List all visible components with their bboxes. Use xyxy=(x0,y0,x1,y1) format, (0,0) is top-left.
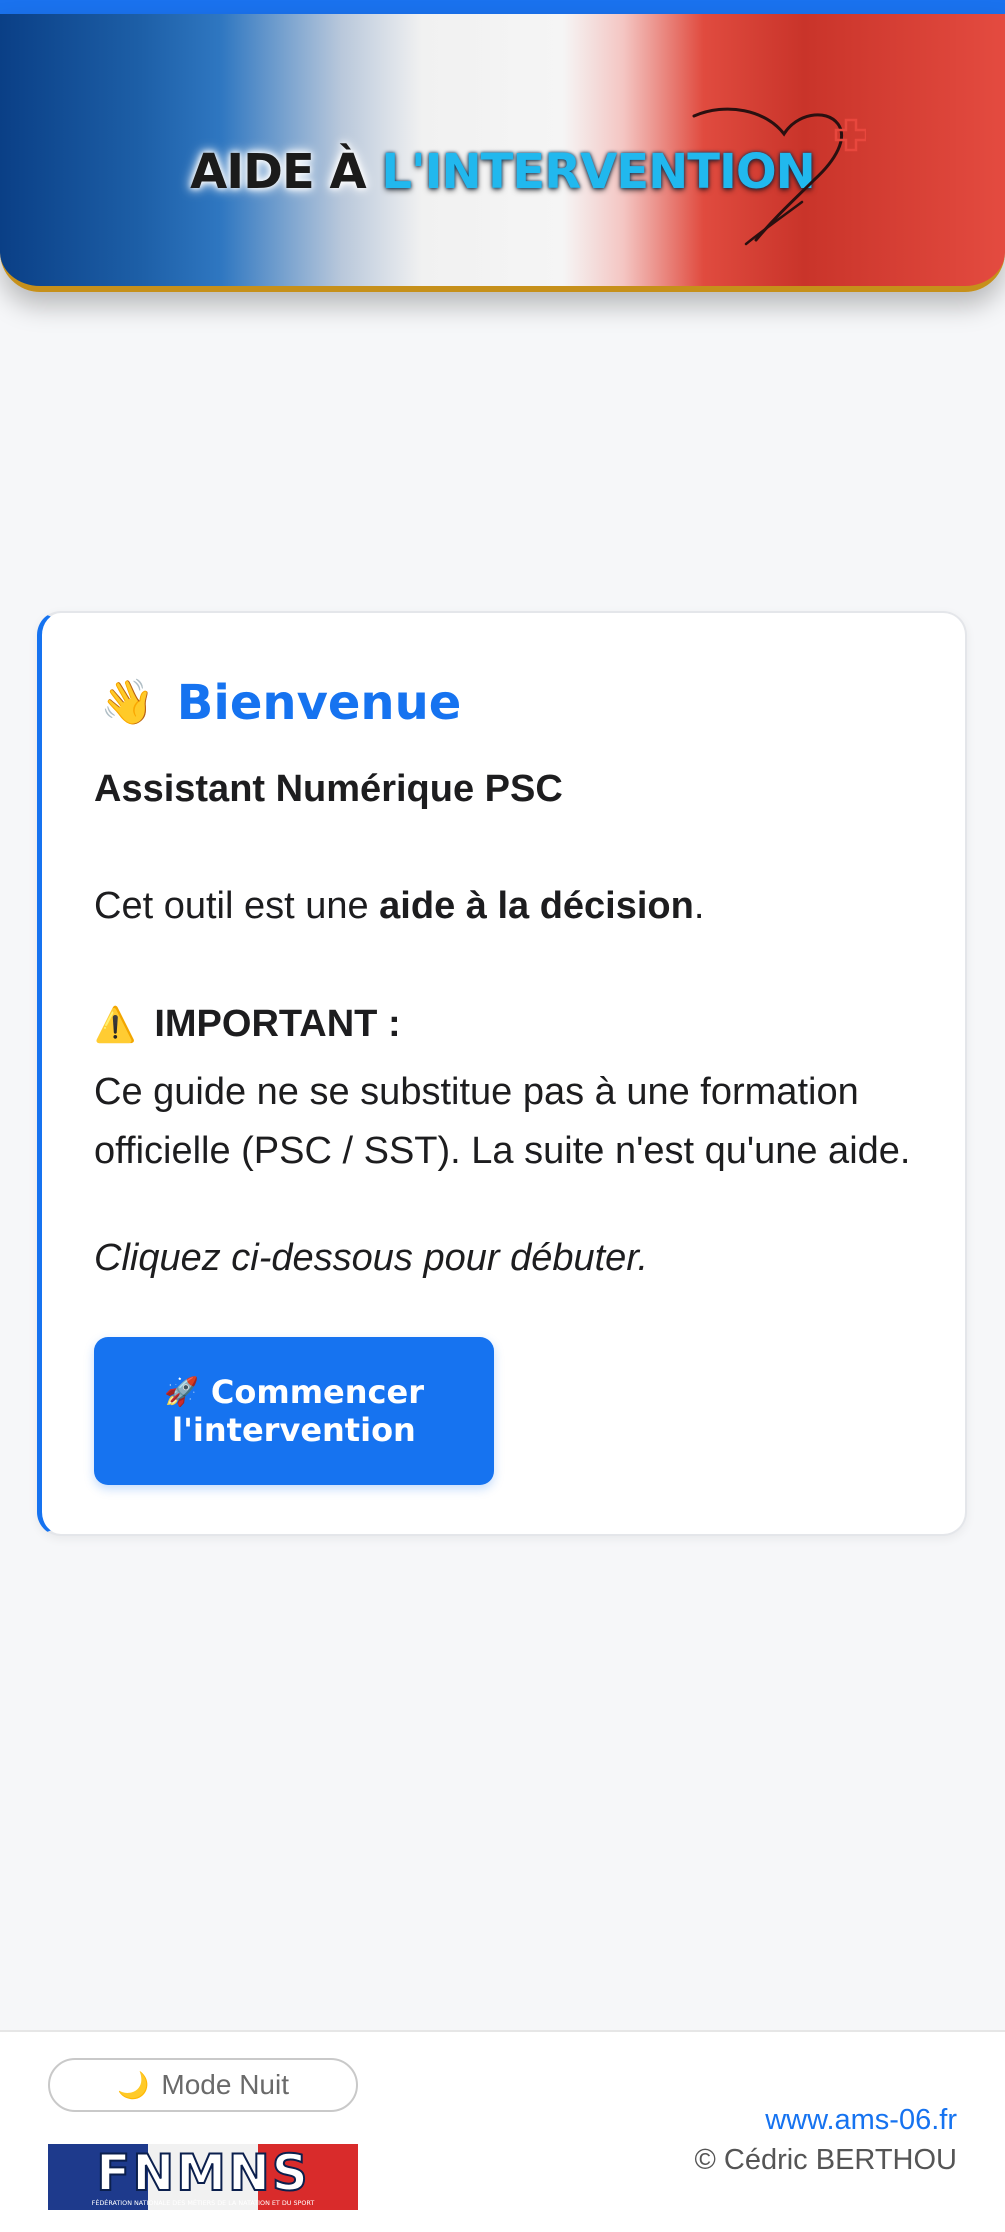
app-title-part1: AIDE À xyxy=(190,144,382,200)
important-text: Ce guide ne se substitue pas à une forma… xyxy=(94,1071,911,1172)
fnmns-logo-subtext: FÉDÉRATION NATIONALE DES MÉTIERS DE LA N… xyxy=(92,2198,315,2207)
intro-suffix: . xyxy=(693,885,705,927)
footer-credits: www.ams-06.fr © Cédric BERTHOU xyxy=(694,2100,957,2180)
intro-bold: aide à la décision xyxy=(379,885,694,927)
start-button-line2: l'intervention xyxy=(172,1411,416,1449)
heart-cross-logo-icon xyxy=(692,107,866,246)
intro-text: Cet outil est une aide à la décision. xyxy=(94,885,704,928)
footer: 🌙 Mode Nuit FNMNS FÉDÉRATION NATIONALE D… xyxy=(0,2030,1005,2232)
website-link[interactable]: www.ams-06.fr xyxy=(694,2100,957,2140)
top-accent-bar xyxy=(0,0,1005,15)
warning-icon: ⚠️ xyxy=(94,1005,137,1044)
welcome-title: Bienvenue xyxy=(176,675,462,731)
night-mode-label: Mode Nuit xyxy=(161,2069,289,2100)
night-mode-toggle[interactable]: 🌙 Mode Nuit xyxy=(48,2058,358,2112)
welcome-card: 👋 Bienvenue Assistant Numérique PSC Cet … xyxy=(37,611,967,1536)
start-button-line1: Commencer xyxy=(210,1373,424,1411)
welcome-subtitle: Assistant Numérique PSC xyxy=(94,768,563,810)
intro-prefix: Cet outil est une xyxy=(94,885,380,927)
start-intervention-button[interactable]: 🚀 Commencer l'intervention xyxy=(94,1337,494,1485)
important-heading: ⚠️ IMPORTANT : xyxy=(94,1003,401,1046)
fnmns-logo: FNMNS FÉDÉRATION NATIONALE DES MÉTIERS D… xyxy=(48,2144,358,2210)
welcome-header: 👋 Bienvenue xyxy=(100,675,461,731)
start-button-row1: 🚀 Commencer xyxy=(164,1373,424,1411)
waving-hand-icon: 👋 xyxy=(100,678,155,727)
rocket-icon: 🚀 xyxy=(164,1375,199,1408)
important-label: IMPORTANT : xyxy=(154,1003,401,1045)
fnmns-logo-text: FNMNS xyxy=(96,2144,310,2202)
cta-hint: Cliquez ci-dessous pour débuter. xyxy=(94,1237,649,1279)
moon-icon: 🌙 xyxy=(117,2069,150,2100)
copyright-text: © Cédric BERTHOU xyxy=(694,2144,957,2176)
header-banner: AIDE À L'INTERVENTION xyxy=(0,14,1005,292)
